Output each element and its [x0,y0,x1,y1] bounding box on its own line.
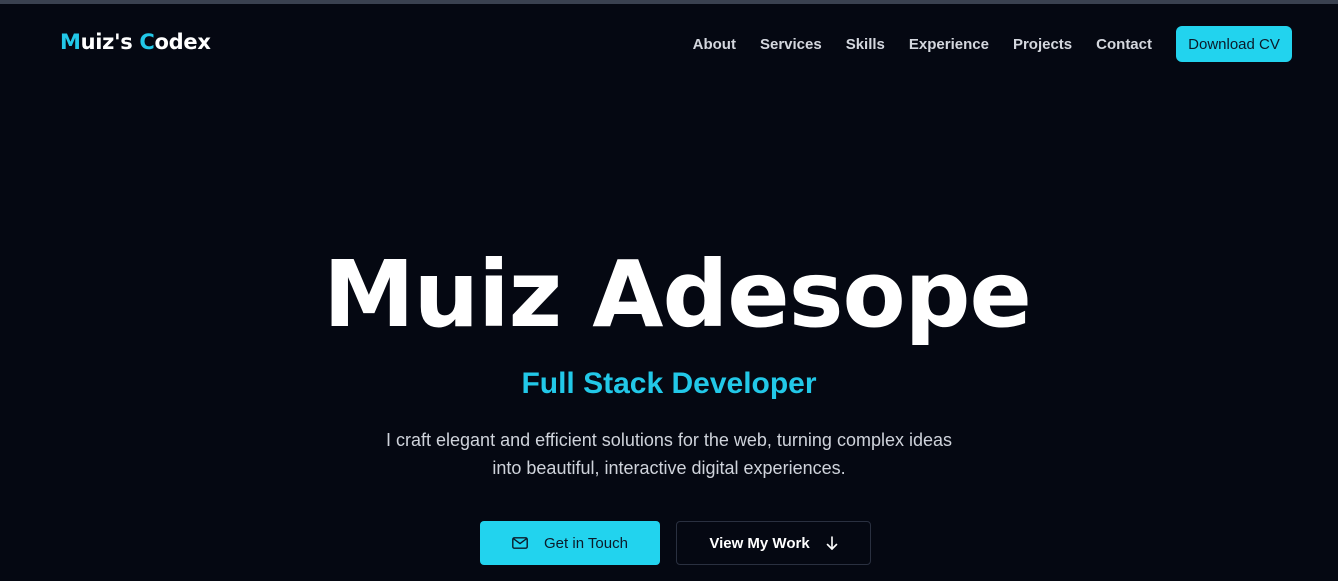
nav-link-services[interactable]: Services [760,36,822,53]
view-my-work-label: View My Work [709,534,810,552]
hero-name: Muiz Adesope [323,241,1032,348]
nav-link-about[interactable]: About [693,36,736,53]
hero-section: Muiz Adesope Full Stack Developer I craf… [0,0,1338,581]
nav-link-skills[interactable]: Skills [846,36,885,53]
logo-initial-c: C [139,30,155,54]
hero-role: Full Stack Developer [521,367,817,400]
view-my-work-button[interactable]: View My Work [676,521,871,565]
nav-link-projects[interactable]: Projects [1013,36,1072,53]
download-cv-button[interactable]: Download CV [1176,26,1292,62]
logo-text-odex: odex [154,30,211,54]
mail-icon [512,537,528,549]
hero-description: I craft elegant and efficient solutions … [386,430,952,478]
nav-links: About Services Skills Experience Project… [693,26,1292,62]
nav-link-experience[interactable]: Experience [909,36,989,53]
cta-row: Get in Touch View My Work [480,521,871,565]
get-in-touch-button[interactable]: Get in Touch [480,521,660,565]
nav-link-contact[interactable]: Contact [1096,36,1152,53]
logo[interactable]: Muiz's Codex [60,30,211,54]
logo-text-uiz: uiz's [80,30,140,54]
navbar: Muiz's Codex About Services Skills Exper… [0,4,1338,84]
get-in-touch-label: Get in Touch [544,534,628,552]
logo-initial-m: M [60,30,81,54]
arrow-down-icon [826,536,838,550]
